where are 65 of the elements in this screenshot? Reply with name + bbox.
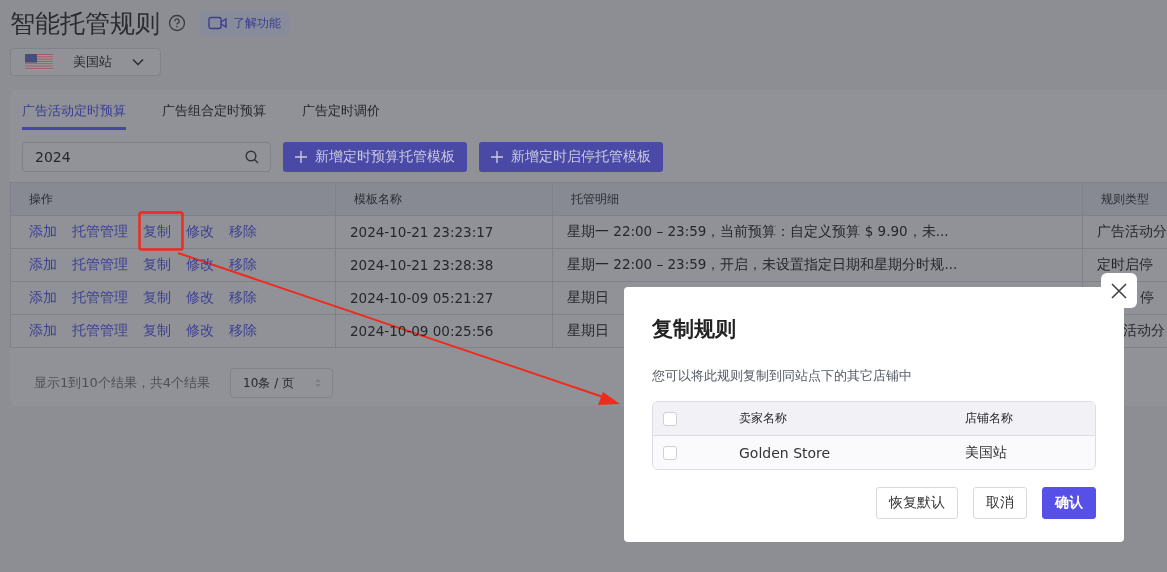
- table-cell: 2024-10-21 23:28:38: [350, 257, 494, 273]
- learn-button[interactable]: 了解功能: [200, 10, 289, 36]
- chevron-down-icon: [132, 58, 144, 66]
- search-field[interactable]: 2024: [22, 142, 271, 172]
- table-cell: 停: [1140, 289, 1154, 305]
- table-cell: 活动分: [1123, 322, 1165, 338]
- action-link[interactable]: 移除: [229, 289, 257, 307]
- action-link[interactable]: 修改: [186, 223, 214, 241]
- column-header: 托管明细: [552, 182, 1083, 216]
- table-cell: 星期一 22:00 – 23:59，开启，未设置指定日期和星期分时规...: [567, 256, 958, 272]
- table-cell: 星期日: [567, 322, 609, 338]
- add-template-button[interactable]: 新增定时启停托管模板: [479, 142, 663, 172]
- dialog-button[interactable]: 恢复默认: [876, 487, 958, 519]
- action-link[interactable]: 移除: [229, 223, 257, 241]
- plus-icon: [295, 151, 307, 163]
- page-title: 智能托管规则: [10, 7, 160, 40]
- search-icon: [245, 150, 259, 164]
- video-camera-icon: [208, 16, 228, 30]
- site-select[interactable]: 美国站: [10, 48, 161, 76]
- dialog-button[interactable]: 取消: [973, 487, 1027, 519]
- table-cell: 星期日: [567, 289, 609, 305]
- checkbox[interactable]: [663, 411, 677, 426]
- dialog-description: 您可以将此规则复制到同站点下的其它店铺中: [652, 367, 913, 385]
- action-link[interactable]: 添加: [29, 256, 57, 274]
- column-header: 卖家名称: [739, 410, 788, 427]
- column-header: 模板名称: [335, 182, 553, 216]
- action-link[interactable]: 复制: [143, 256, 171, 274]
- results-summary: 显示1到10个结果，共4个结果: [34, 374, 211, 392]
- plus-icon: [491, 151, 503, 163]
- dialog-title: 复制规则: [652, 316, 737, 343]
- column-header: 店铺名称: [965, 410, 1013, 427]
- table-cell-text: Golden Store: [739, 444, 832, 461]
- tab[interactable]: 广告定时调价: [302, 102, 380, 130]
- table-cell: 星期一 22:00 – 23:59，当前预算：自定义预算 $ 9.90，未...: [567, 223, 949, 239]
- table-cell: 美国站: [965, 443, 1007, 462]
- action-link[interactable]: 修改: [186, 322, 214, 340]
- page-size-select[interactable]: 10条 / 页: [230, 368, 334, 398]
- highlight-frame: [138, 211, 184, 251]
- column-header: 操作: [10, 182, 336, 216]
- table-cell: 2024-10-09 05:21:27: [350, 290, 494, 306]
- action-link[interactable]: 添加: [29, 223, 57, 241]
- action-link[interactable]: 复制: [143, 289, 171, 307]
- table-cell: 定时启停: [1097, 256, 1153, 272]
- checkbox[interactable]: [663, 445, 677, 460]
- table-cell: 2024-10-21 23:23:17: [350, 224, 494, 240]
- action-link[interactable]: 移除: [229, 322, 257, 340]
- action-link[interactable]: 复制: [143, 322, 171, 340]
- action-link[interactable]: 移除: [229, 256, 257, 274]
- action-link[interactable]: 复制: [143, 223, 171, 241]
- add-template-button[interactable]: 新增定时预算托管模板: [283, 142, 467, 172]
- action-link[interactable]: 托管管理: [72, 223, 128, 241]
- action-link[interactable]: 托管管理: [72, 289, 128, 307]
- help-icon[interactable]: [168, 14, 186, 32]
- action-link[interactable]: 托管管理: [72, 256, 128, 274]
- table-cell: 广告活动分: [1097, 223, 1167, 239]
- action-link[interactable]: 托管管理: [72, 322, 128, 340]
- action-link[interactable]: 修改: [186, 289, 214, 307]
- column-header: 规则类型: [1082, 182, 1167, 216]
- action-link[interactable]: 添加: [29, 289, 57, 307]
- close-icon: [1111, 282, 1127, 299]
- tab[interactable]: 广告活动定时预算: [22, 102, 126, 130]
- action-link[interactable]: 添加: [29, 322, 57, 340]
- dialog-button[interactable]: 确认: [1042, 487, 1096, 519]
- flag-icon: [25, 54, 53, 70]
- tab[interactable]: 广告组合定时预算: [162, 102, 266, 130]
